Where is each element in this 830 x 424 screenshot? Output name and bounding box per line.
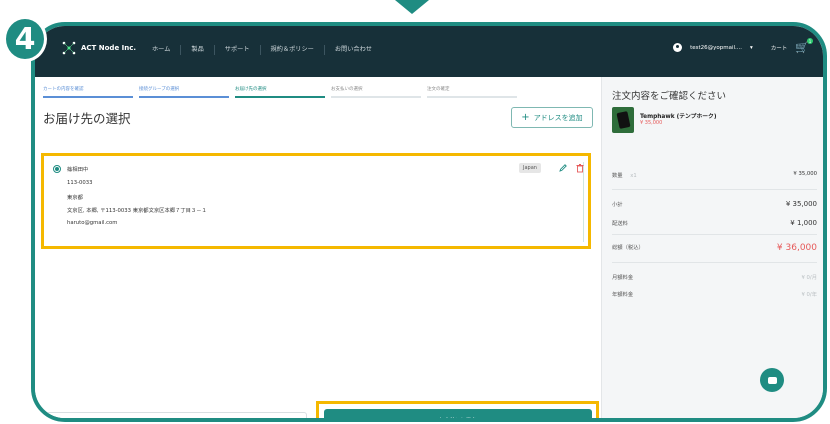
step-confirm: 注文の確定 — [427, 86, 517, 98]
page-title: お届け先の選択 — [43, 111, 131, 126]
address-postal: 113-0033 — [67, 180, 93, 186]
shipping-label: 配送料 — [612, 221, 628, 227]
yearly-row: 年額料金 ¥ 0/年 — [612, 290, 817, 298]
product-name: Temphawk (テンプホーク) — [640, 114, 717, 120]
proceed-highlight: お支払いに進む — [316, 401, 599, 418]
summary-title: 注文内容をご確認ください — [612, 91, 727, 102]
step-badge: 4 — [3, 16, 47, 62]
back-button[interactable]: 戻る — [41, 412, 307, 418]
nav-right: test26@yopmail.... ▾ カート 🛒 1 — [673, 38, 813, 54]
cart-icon[interactable]: 🛒 1 — [795, 38, 813, 54]
yearly-label: 年額料金 — [612, 292, 634, 298]
quantity-label: 数量 — [612, 173, 623, 179]
logo-text: ACT Node Inc. — [81, 44, 137, 52]
nav-menu: ホーム 製品 サポート 規約＆ポリシー お問い合わせ — [142, 45, 382, 55]
divider — [612, 234, 817, 235]
nav-item-contact[interactable]: お問い合わせ — [323, 45, 382, 55]
logo[interactable]: ACT Node Inc. — [61, 40, 136, 56]
plus-icon: + — [521, 112, 530, 123]
checkout-steps: カートの内容を確認 接続グループの選択 お届け先の選択 お支払いの選択 注文の確… — [43, 86, 523, 98]
product-price: ¥ 35,000 — [640, 120, 663, 126]
step-group[interactable]: 接続グループの選択 — [139, 86, 229, 98]
cart-count-badge: 1 — [807, 38, 813, 44]
add-address-button[interactable]: + アドレスを追加 — [511, 107, 593, 128]
step-cart[interactable]: カートの内容を確認 — [43, 86, 133, 98]
subtotal-value: ¥ 35,000 — [785, 200, 817, 208]
total-label: 総額（税込） — [612, 245, 644, 251]
address-name: 篠相田中 — [67, 167, 89, 173]
yearly-value: ¥ 0/年 — [801, 292, 817, 298]
step-shipping: お届け先の選択 — [235, 86, 325, 98]
chevron-down-icon: ▾ — [750, 44, 753, 51]
screenshot-stage: 4 ACT Node Inc. ホーム 製品 サポート 規約＆ポリシー お問い合… — [0, 0, 830, 424]
trash-icon[interactable] — [574, 162, 586, 174]
step-payment: お支払いの選択 — [331, 86, 421, 98]
nav-item-home[interactable]: ホーム — [142, 45, 180, 55]
edit-icon[interactable] — [557, 162, 569, 174]
quantity-row: 数量 x1 ¥ 35,000 — [612, 171, 817, 179]
divider — [612, 262, 817, 263]
monthly-value: ¥ 0/月 — [801, 275, 817, 281]
address-email: haruto@gmail.com — [67, 220, 118, 226]
app-window: ACT Node Inc. ホーム 製品 サポート 規約＆ポリシー お問い合わせ… — [31, 22, 827, 422]
cart-label[interactable]: カート — [771, 44, 788, 52]
nav-item-support[interactable]: サポート — [213, 45, 260, 55]
logo-icon — [62, 41, 76, 55]
chat-icon[interactable] — [760, 368, 784, 392]
nav-item-products[interactable]: 製品 — [180, 45, 213, 55]
quantity-value: x1 — [630, 173, 637, 179]
quantity-amount: ¥ 35,000 — [793, 171, 817, 177]
top-navbar: ACT Node Inc. ホーム 製品 サポート 規約＆ポリシー お問い合わせ… — [35, 26, 823, 77]
add-address-label: アドレスを追加 — [533, 113, 583, 122]
monthly-label: 月額料金 — [612, 275, 634, 281]
user-email-dropdown[interactable]: test26@yopmail.... — [690, 45, 742, 51]
nav-item-policy[interactable]: 規約＆ポリシー — [259, 45, 324, 55]
proceed-to-payment-button[interactable]: お支払いに進む — [324, 409, 592, 418]
user-icon — [673, 43, 683, 52]
monthly-row: 月額料金 ¥ 0/月 — [612, 273, 817, 281]
shipping-value: ¥ 1,000 — [790, 219, 817, 227]
order-summary: 注文内容をご確認ください Temphawk (テンプホーク) ¥ 35,000 … — [601, 77, 823, 418]
main-content: カートの内容を確認 接続グループの選択 お届け先の選択 お支払いの選択 注文の確… — [35, 77, 601, 418]
subtotal-label: 小計 — [612, 202, 623, 208]
total-row: 総額（税込） ¥ 36,000 — [612, 243, 817, 253]
address-street: 文京区, 本郷, 〒113-0033 東京都文京区本郷７丁目３－１ — [67, 208, 207, 214]
pointer-arrow — [395, 0, 429, 14]
total-value: ¥ 36,000 — [776, 243, 817, 253]
country-badge: Japan — [519, 163, 541, 173]
product-image — [612, 107, 634, 133]
subtotal-row: 小計 ¥ 35,000 — [612, 200, 817, 208]
address-card-highlight: 篠相田中 113-0033 東京都 文京区, 本郷, 〒113-0033 東京都… — [41, 153, 591, 249]
shipping-row: 配送料 ¥ 1,000 — [612, 219, 817, 227]
divider — [612, 189, 817, 190]
address-radio[interactable] — [53, 165, 61, 173]
address-prefecture: 東京都 — [67, 195, 83, 201]
address-card[interactable]: 篠相田中 113-0033 東京都 文京区, 本郷, 〒113-0033 東京都… — [49, 162, 584, 242]
